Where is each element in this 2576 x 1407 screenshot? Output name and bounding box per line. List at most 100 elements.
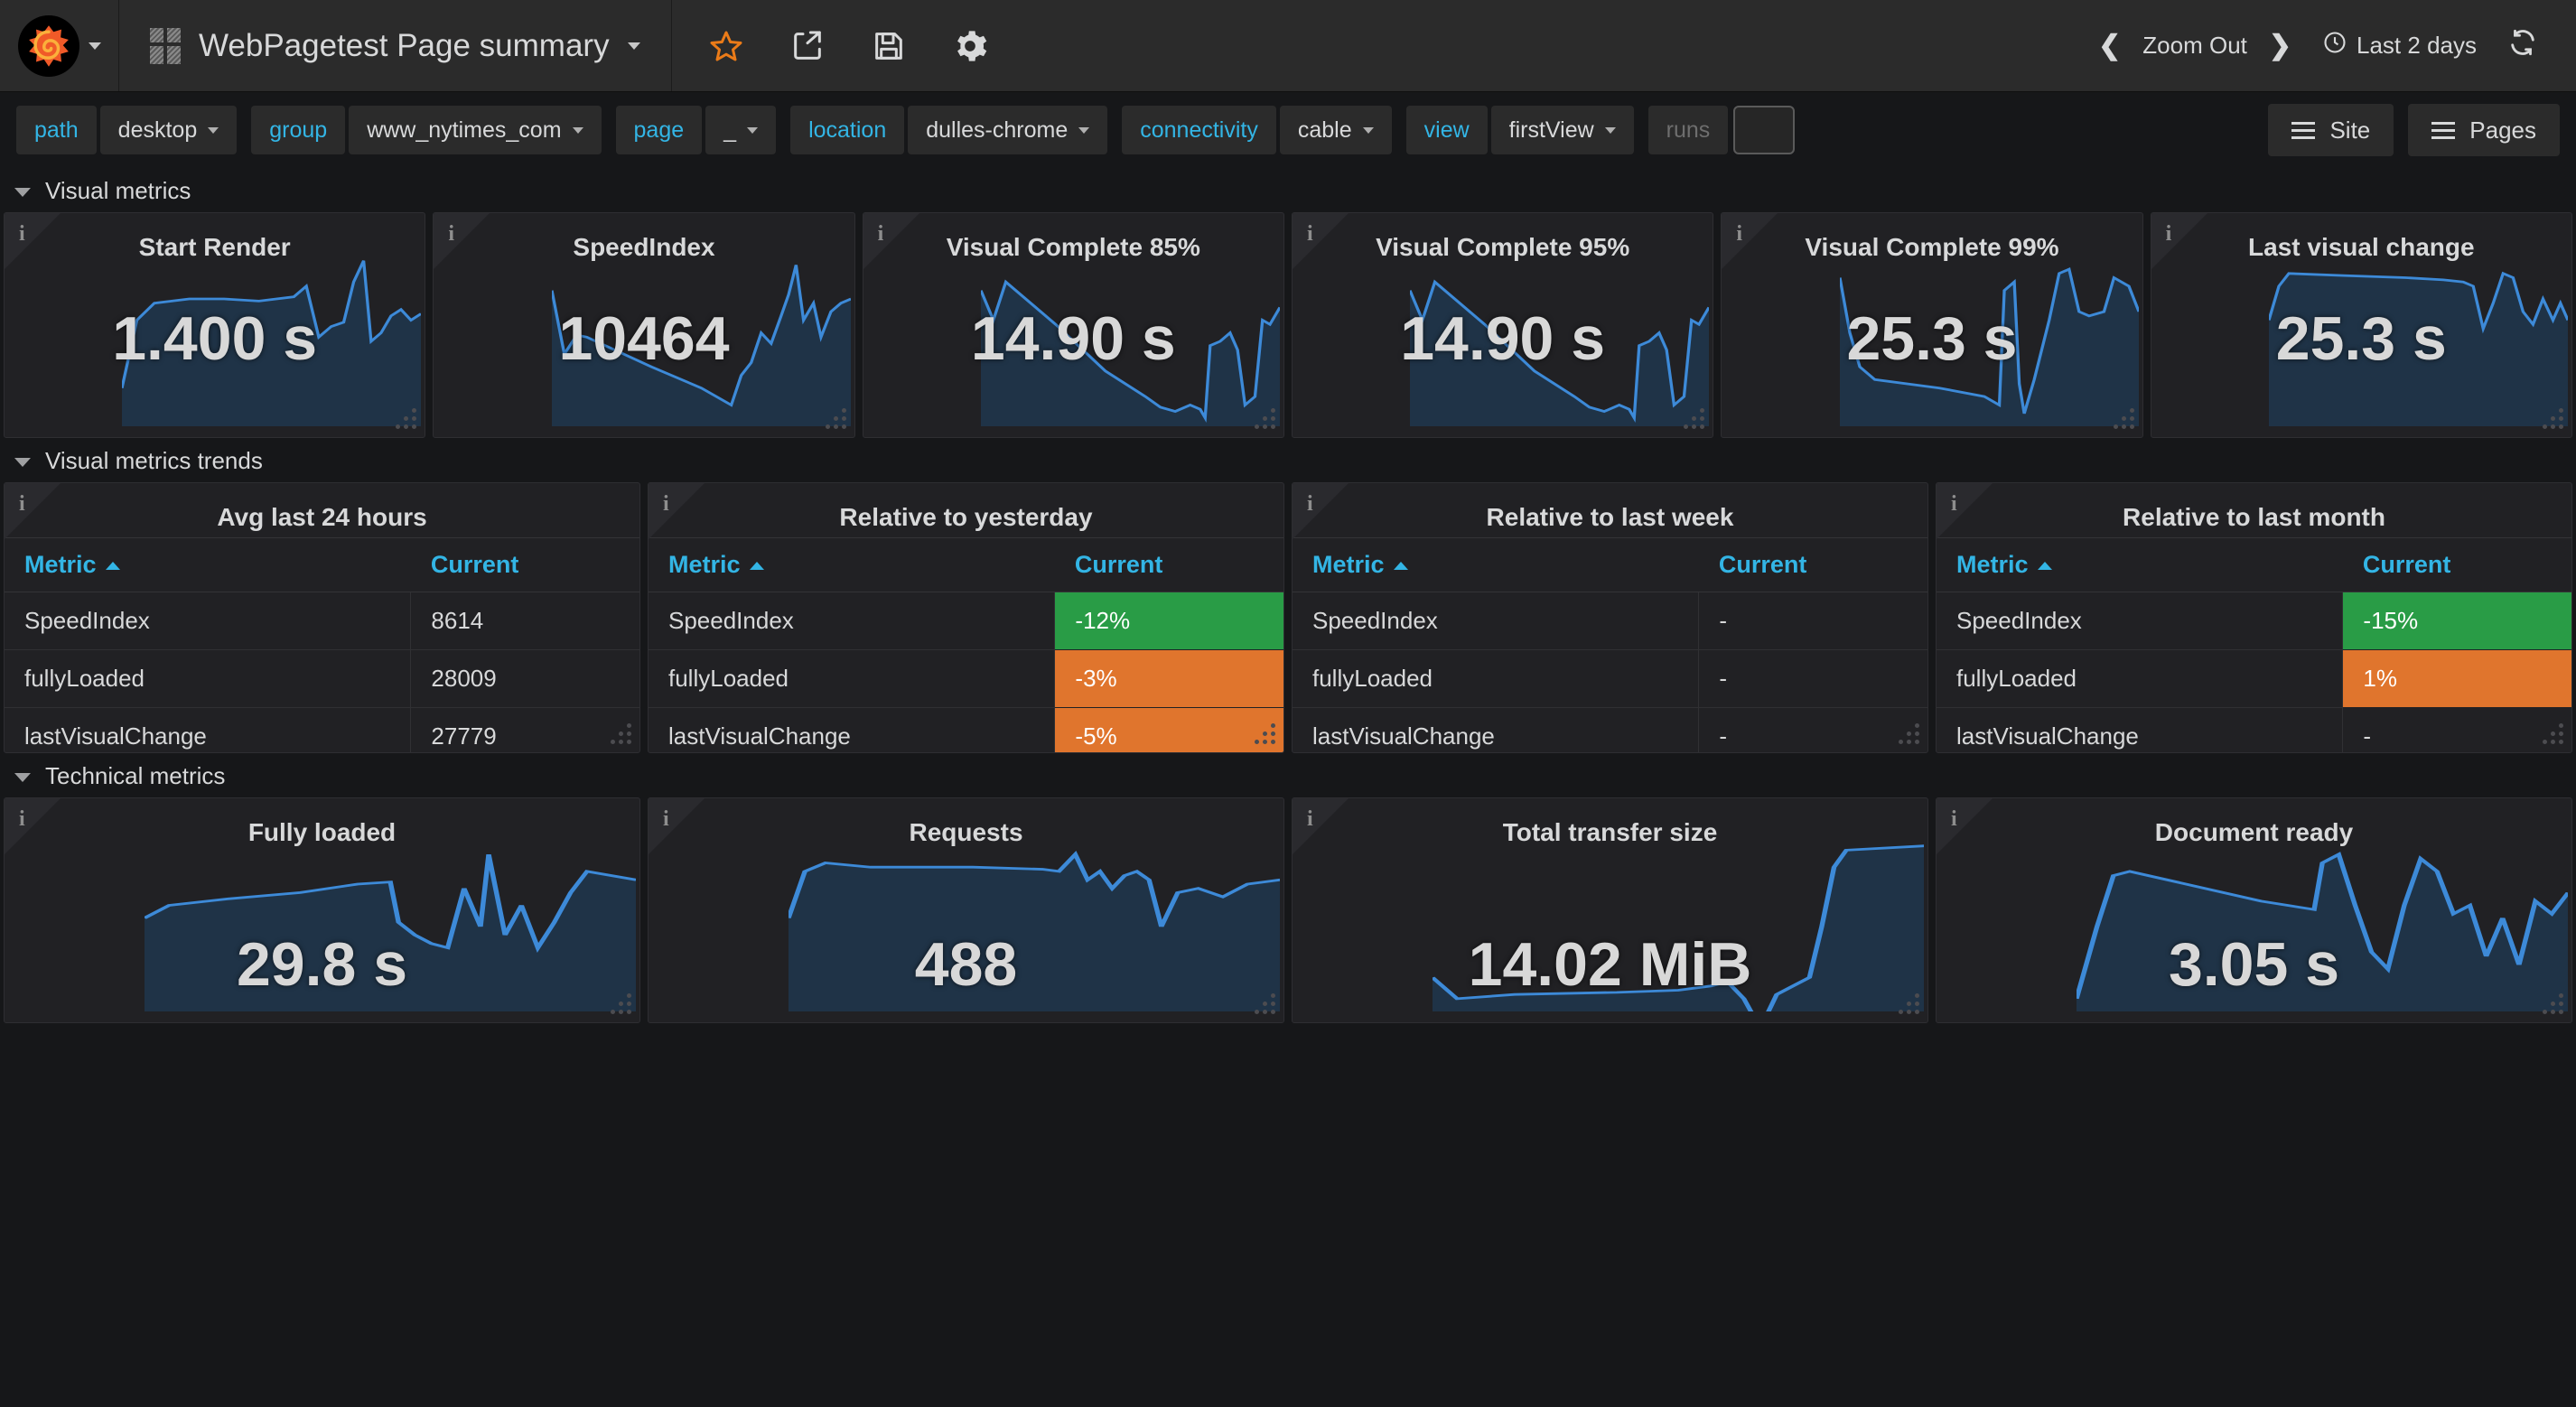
info-icon[interactable]: i [1307,492,1313,517]
resize-dot [627,1010,631,1014]
variable-select-page[interactable]: _ [705,106,777,154]
site-button[interactable]: Site [2268,104,2394,156]
time-shift-back-icon[interactable]: ❮ [2098,30,2121,61]
time-range-picker[interactable]: Last 2 days [2322,30,2477,61]
time-shift-forward-icon[interactable]: ❯ [2269,30,2291,61]
info-icon[interactable]: i [2166,222,2172,247]
column-header-current[interactable]: Current [410,537,639,592]
info-icon[interactable]: i [1736,222,1742,247]
row-header-technical-metrics[interactable]: Technical metrics [0,753,2576,797]
resize-dot [1271,740,1275,744]
runs-input[interactable] [1733,106,1796,154]
column-header-current[interactable]: Current [2342,537,2571,592]
panel-visual-complete-85[interactable]: i Visual Complete 85% 14.90 s [862,212,1284,438]
stat-value: 25.3 s [2275,303,2447,373]
panel-resize-handle[interactable] [611,723,634,747]
info-icon[interactable]: i [663,492,669,517]
dashboard-title-group[interactable]: WebPagetest Page summary [119,0,672,91]
panel-resize-handle[interactable] [1899,993,1922,1017]
panel-resize-handle[interactable] [611,993,634,1017]
panel-resize-handle[interactable] [2113,408,2137,432]
panel-resize-handle[interactable] [1255,723,1278,747]
info-icon[interactable]: i [878,222,884,247]
info-icon[interactable]: i [1951,807,1957,832]
zoom-out-label[interactable]: Zoom Out [2142,32,2247,60]
resize-dot [2543,740,2547,744]
column-header-current[interactable]: Current [1054,537,1283,592]
chevron-down-icon [14,188,31,197]
info-icon[interactable]: i [19,807,25,832]
panel-total-transfer-size[interactable]: i Total transfer size 14.02 MiB [1292,797,1928,1023]
panel-resize-handle[interactable] [2543,993,2566,1017]
panel-resize-handle[interactable] [2543,723,2566,747]
panel-fully-loaded[interactable]: i Fully loaded 29.8 s [4,797,640,1023]
resize-dot [2559,723,2563,728]
resize-dot [1262,416,1267,421]
resize-dot [2543,1010,2547,1014]
panel-relative-to-last-month[interactable]: i Relative to last month Metric Current … [1936,482,2572,753]
column-header-metric[interactable]: Metric [649,537,1055,592]
variable-select-path[interactable]: desktop [99,106,238,154]
pages-button-label: Pages [2469,116,2536,144]
variable-label-path: path [16,106,97,154]
panel-relative-to-yesterday[interactable]: i Relative to yesterday Metric Current S… [648,482,1284,753]
refresh-icon[interactable] [2507,27,2538,64]
panel-resize-handle[interactable] [1254,408,1278,432]
variable-label-view: view [1405,106,1488,154]
settings-gear-icon[interactable] [952,28,988,64]
navbar-time-controls: ❮ Zoom Out ❯ Last 2 days [2098,0,2576,91]
resize-dot [1263,740,1267,744]
save-icon[interactable] [871,28,907,64]
share-icon[interactable] [789,28,826,64]
resize-dot [627,731,631,736]
column-header-current[interactable]: Current [1698,537,1927,592]
variable-select-connectivity[interactable]: cable [1279,106,1392,154]
row-header-visual-metrics[interactable]: Visual metrics [0,168,2576,212]
column-header-metric[interactable]: Metric [1293,537,1699,592]
variable-select-group[interactable]: www_nytimes_com [349,106,602,154]
variable-select-location[interactable]: dulles-chrome [908,106,1108,154]
resize-dot [1263,731,1267,736]
panel-document-ready[interactable]: i Document ready 3.05 s [1936,797,2572,1023]
panel-speedindex[interactable]: i SpeedIndex 10464 [433,212,855,438]
star-icon[interactable] [708,28,744,64]
resize-dot [412,408,417,413]
zoom-out-control[interactable]: ❮ Zoom Out ❯ [2098,30,2291,61]
panel-avg-last-24-hours[interactable]: i Avg last 24 hours Metric Current Speed… [4,482,640,753]
info-icon[interactable]: i [1951,492,1957,517]
panel-start-render[interactable]: i Start Render 1.400 s [4,212,426,438]
resize-dot [2559,731,2563,736]
panel-resize-handle[interactable] [1899,723,1922,747]
table-row: lastVisualChange -5% [649,707,1283,752]
panel-relative-to-last-week[interactable]: i Relative to last week Metric Current S… [1292,482,1928,753]
panel-last-visual-change[interactable]: i Last visual change 25.3 s [2150,212,2572,438]
info-icon[interactable]: i [1307,222,1313,247]
panel-resize-handle[interactable] [825,408,849,432]
column-header-metric[interactable]: Metric [1937,537,2343,592]
resize-dot [1271,731,1275,736]
panel-visual-complete-99[interactable]: i Visual Complete 99% 25.3 s [1721,212,2143,438]
submenu-link-buttons: Site Pages [2268,104,2560,156]
panel-requests[interactable]: i Requests 488 [648,797,1284,1023]
column-header-metric[interactable]: Metric [5,537,411,592]
row-header-visual-metrics-trends[interactable]: Visual metrics trends [0,438,2576,482]
variable-value-group: www_nytimes_com [367,116,562,143]
panel-title: Visual Complete 85% [946,233,1200,261]
panel-resize-handle[interactable] [2542,408,2566,432]
resize-dot [825,424,830,429]
time-range-label[interactable]: Last 2 days [2357,32,2477,60]
pages-button[interactable]: Pages [2408,104,2560,156]
info-icon[interactable]: i [19,492,25,517]
table-row: fullyLoaded - [1293,649,1927,708]
panel-resize-handle[interactable] [396,408,419,432]
variable-select-view[interactable]: firstView [1490,106,1634,154]
grafana-logo-button[interactable] [0,0,119,91]
panel-visual-complete-95[interactable]: i Visual Complete 95% 14.90 s [1291,212,1714,438]
info-icon[interactable]: i [19,222,25,247]
info-icon[interactable]: i [448,222,454,247]
panel-resize-handle[interactable] [1684,408,1707,432]
info-icon[interactable]: i [663,807,669,832]
info-icon[interactable]: i [1307,807,1313,832]
resize-dot [833,424,838,429]
panel-resize-handle[interactable] [1255,993,1278,1017]
